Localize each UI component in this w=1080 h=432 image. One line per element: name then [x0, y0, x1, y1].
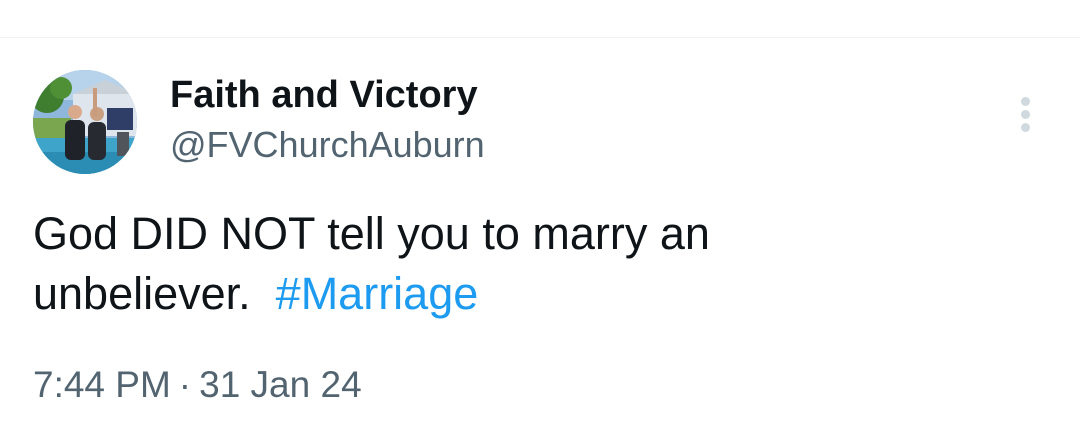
tweet-text: God DID NOT tell you to marry an unbelie… [33, 204, 1033, 324]
more-dot-middle [1021, 110, 1030, 119]
hashtag-link[interactable]: #Marriage [276, 268, 479, 319]
tweet-date: 31 Jan 24 [199, 364, 362, 405]
tweet-text-line-2: unbeliever. #Marriage [33, 264, 1033, 324]
top-divider [0, 37, 1080, 38]
more-dot-bottom [1021, 123, 1030, 132]
profile-photo-image [33, 70, 137, 174]
user-handle[interactable]: @FVChurchAuburn [170, 123, 485, 167]
tweet-time: 7:44 PM [33, 364, 171, 405]
more-options-button[interactable] [1008, 92, 1044, 136]
tweet-text-body: unbeliever. [33, 268, 276, 319]
avatar[interactable] [33, 70, 137, 174]
tweet-timestamp[interactable]: 7:44 PM · 31 Jan 24 [33, 362, 362, 408]
display-name[interactable]: Faith and Victory [170, 72, 478, 118]
meta-separator: · [178, 364, 192, 405]
more-dot-top [1021, 97, 1030, 106]
tweet-text-line-1: God DID NOT tell you to marry an [33, 208, 710, 259]
